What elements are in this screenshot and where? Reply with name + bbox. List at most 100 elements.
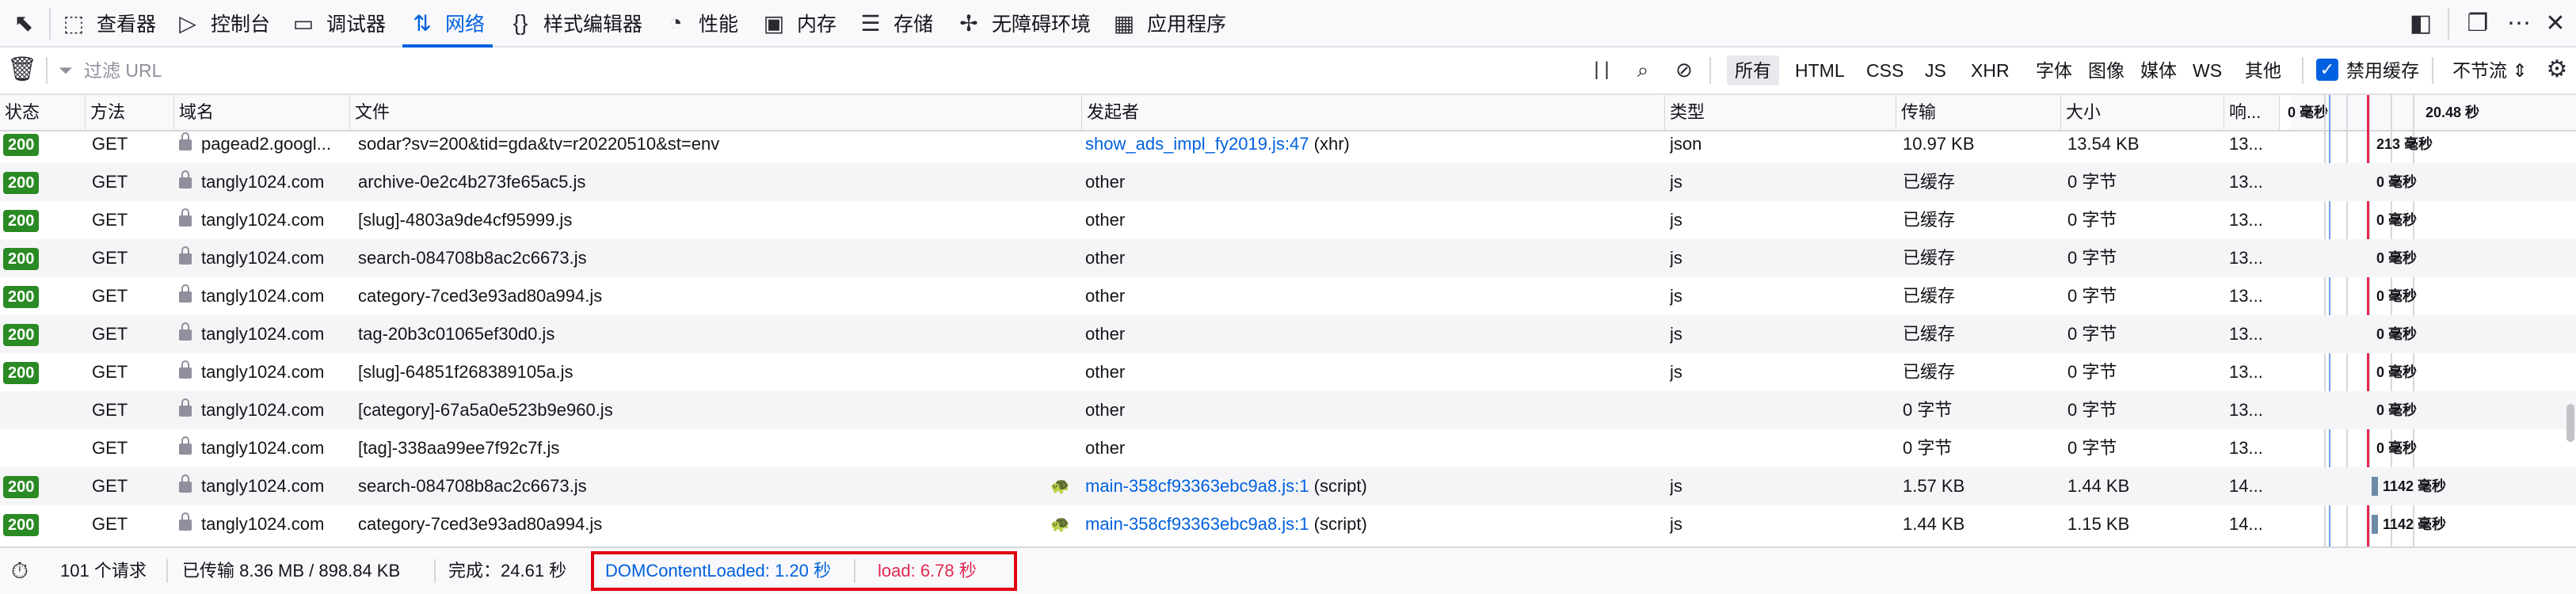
transferred-summary: 已传输 8.36 MB / 898.84 KB <box>182 561 401 581</box>
status-cell <box>0 391 86 429</box>
status-cell: 200 <box>0 163 86 201</box>
initiator-cell: main-358cf93363ebc9a8.js:1 (script) <box>1085 467 1656 505</box>
table-row[interactable]: 200 GET tangly1024.com [slug]-64851f2683891… <box>0 353 2576 391</box>
filter-type-ws[interactable]: WS <box>2185 55 2230 86</box>
tab-network[interactable]: ⇅ 网络 <box>402 0 493 48</box>
trash-icon[interactable]: 🗑 <box>5 52 40 87</box>
pause-icon[interactable]: | | <box>1584 52 1619 87</box>
tab-storage[interactable]: ☰ 存储 <box>859 0 933 46</box>
filter-type-html[interactable]: HTML <box>1787 55 1853 86</box>
file-cell: tag-20b3c01065ef30d0.js <box>358 324 555 344</box>
domain-text: tangly1024.com <box>201 438 325 458</box>
file-cell: [category]-67a5a0e523b9e960.js <box>358 400 613 420</box>
tab-performance[interactable]: ◔ 性能 <box>664 0 738 46</box>
status-divider <box>166 559 168 583</box>
close-icon[interactable]: ✕ <box>2538 6 2573 41</box>
tab-inspector[interactable]: ⬚ 查看器 <box>62 0 156 46</box>
transferred-cell: 已缓存 <box>1903 210 1956 230</box>
domain-cell: tangly1024.com <box>179 315 349 353</box>
pick-element-icon[interactable]: ⬉ <box>6 6 41 41</box>
table-row[interactable]: 200 GET tangly1024.com category-7ced3e93ad8… <box>0 277 2576 315</box>
domain-text: tangly1024.com <box>201 324 325 344</box>
throttle-select[interactable]: 不节流 ⇕ <box>2445 55 2536 86</box>
dock-icon[interactable]: ❐ <box>2460 6 2495 41</box>
size-cell: 13.54 KB <box>2067 134 2140 154</box>
domain-text: pagead2.googl... <box>201 134 331 154</box>
status-bar: ⏱ 101 个请求 已传输 8.36 MB / 898.84 KB 完成：24.… <box>0 546 2576 594</box>
status-cell: 200 <box>0 277 86 315</box>
table-row[interactable]: GET tangly1024.com [tag]-338aa99ee7f92c7f.… <box>0 429 2576 467</box>
table-row[interactable]: GET tangly1024.com [category]-67a5a0e523b9… <box>0 391 2576 429</box>
sidebar-toggle-icon[interactable]: ◧ <box>2403 6 2438 41</box>
disable-cache-checkbox[interactable]: ✓ <box>2316 59 2338 81</box>
tab-accessibility[interactable]: ✢ 无障碍环境 <box>957 0 1091 46</box>
filter-type-xhr[interactable]: XHR <box>1963 55 2018 86</box>
type-cell <box>1670 391 1892 429</box>
waterfall-timing-label: 0 毫秒 <box>2376 174 2418 190</box>
search-icon[interactable]: ⌕ <box>1625 52 1660 87</box>
table-row[interactable]: 200 GET tangly1024.com search-084708b8ac2c6… <box>0 239 2576 277</box>
status-badge: 200 <box>3 210 40 232</box>
table-row[interactable]: 200 GET pagead2.googl... sodar?sv=200&tid=g… <box>0 125 2576 163</box>
type-cell: js <box>1670 248 1682 268</box>
filter-type-other[interactable]: 其他 <box>2237 55 2289 86</box>
initiator-link[interactable]: main-358cf93363ebc9a8.js:1 <box>1085 476 1309 496</box>
type-cell: js <box>1670 476 1682 496</box>
tab-application[interactable]: ▦ 应用程序 <box>1112 0 1226 46</box>
file-cell: search-084708b8ac2c6673.js <box>358 476 587 496</box>
initiator-link[interactable]: show_ads_impl_fy2019.js:47 <box>1085 134 1309 154</box>
table-row[interactable]: 200 GET tangly1024.com search-084708b8ac2c6… <box>0 467 2576 505</box>
domain-cell: tangly1024.com <box>179 201 349 239</box>
filter-type-media[interactable]: 媒体 <box>2132 55 2185 86</box>
tab-memory[interactable]: ▣ 内存 <box>762 0 836 46</box>
response-cell: 13... <box>2229 438 2263 458</box>
table-row[interactable]: 200 GET tangly1024.com tag-20b3c01065ef30d0… <box>0 315 2576 353</box>
tab-console[interactable]: ▷ 控制台 <box>176 0 270 46</box>
size-cell: 0 字节 <box>2067 210 2117 230</box>
domain-text: tangly1024.com <box>201 362 325 382</box>
more-options-icon[interactable]: ⋯ <box>2502 6 2536 41</box>
type-cell: json <box>1670 134 1702 154</box>
method-cell: GET <box>92 362 128 382</box>
table-row[interactable]: 200 GET tangly1024.com category-7ced3e93ad8… <box>0 505 2576 543</box>
tab-style-editor[interactable]: {} 样式编辑器 <box>509 0 642 46</box>
stopwatch-icon[interactable]: ⏱ <box>11 548 29 594</box>
size-cell: 0 字节 <box>2067 248 2117 268</box>
initiator-cause: (xhr) <box>1309 134 1350 154</box>
table-row[interactable]: 200 GET tangly1024.com archive-0e2c4b273fe6… <box>0 163 2576 201</box>
filter-type-css[interactable]: CSS <box>1858 55 1911 86</box>
tab-debugger[interactable]: ▭ 调试器 <box>292 0 386 46</box>
waterfall-timing-label: 1142 毫秒 <box>2383 516 2447 532</box>
waterfall-timing-label: 0 毫秒 <box>2376 288 2418 304</box>
transferred-cell: 1.44 KB <box>1903 514 1965 534</box>
status-cell: 200 <box>0 125 86 163</box>
type-cell: js <box>1670 172 1682 192</box>
load-time: load: 6.78 秒 <box>878 561 977 581</box>
filter-type-js[interactable]: JS <box>1917 55 1954 86</box>
storage-icon: ☰ <box>860 10 881 36</box>
filter-type-all[interactable]: 所有 <box>1727 55 1779 86</box>
toolbar-divider <box>2302 57 2304 84</box>
gear-icon[interactable]: ⚙ <box>2540 52 2574 87</box>
initiator-link[interactable]: main-358cf93363ebc9a8.js:1 <box>1085 514 1309 534</box>
response-cell: 13... <box>2229 324 2263 344</box>
filter-type-images[interactable]: 图像 <box>2080 55 2132 86</box>
domain-text: tangly1024.com <box>201 514 325 534</box>
filter-type-fonts[interactable]: 字体 <box>2028 55 2080 86</box>
inspector-icon: ⬚ <box>63 10 85 36</box>
status-cell: 200 <box>0 315 86 353</box>
status-badge: 200 <box>3 286 40 308</box>
filter-url-input[interactable]: ⏷ 过滤 URL <box>59 55 1564 86</box>
table-row[interactable]: 200 GET tangly1024.com [slug]-4803a9de4cf95… <box>0 201 2576 239</box>
toolbar-divider <box>46 57 48 84</box>
file-cell: [tag]-338aa99ee7f92c7f.js <box>358 438 560 458</box>
type-cell: js <box>1670 286 1682 306</box>
response-cell: 13... <box>2229 134 2263 154</box>
network-icon: ⇅ <box>413 10 432 36</box>
filter-icon: ⏷ <box>59 60 73 80</box>
lock-icon <box>179 208 192 227</box>
scrollbar-thumb[interactable] <box>2566 404 2574 442</box>
size-cell: 0 字节 <box>2067 172 2117 192</box>
transferred-cell: 已缓存 <box>1903 248 1956 268</box>
block-icon[interactable]: ⊘ <box>1667 52 1701 87</box>
